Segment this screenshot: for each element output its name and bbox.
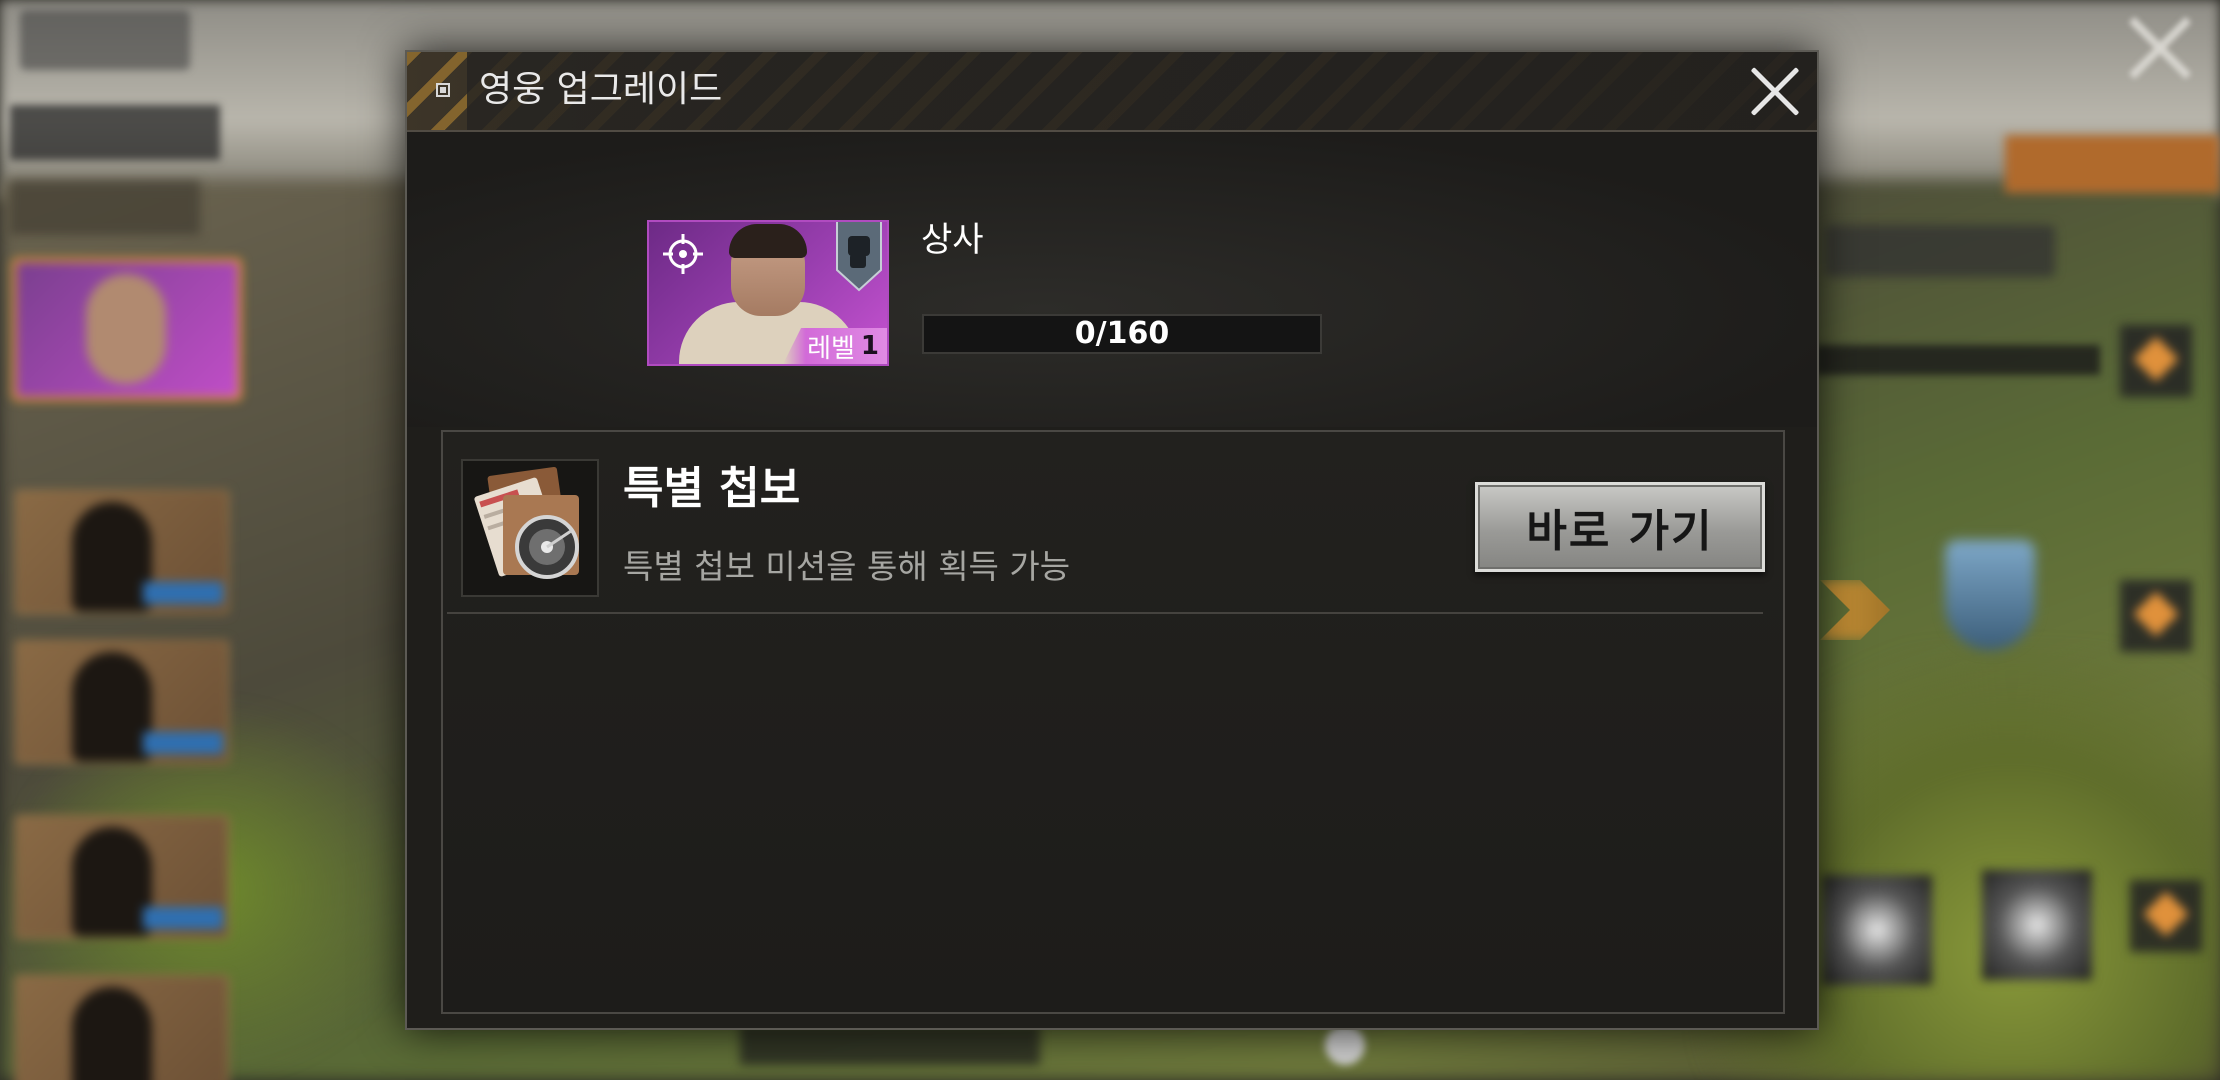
background-bottom-bar [740, 1025, 1040, 1065]
level-label: 레벨 [807, 333, 855, 364]
background-tab [10, 180, 200, 235]
background-hero-list [0, 0, 400, 1080]
progress-text: 0/160 [1074, 316, 1170, 351]
item-title: 특별 첩보 [623, 463, 801, 514]
item-description: 특별 첩보 미션을 통해 획득 가능 [623, 547, 1071, 586]
go-to-button-label: 바로 가기 [1526, 506, 1714, 557]
acquisition-source-list: 특별 첩보 특별 첩보 미션을 통해 획득 가능 바로 가기 [441, 430, 1785, 1014]
background-upgrade-icon [2120, 580, 2192, 652]
experience-progress-bar: 0/160 [922, 314, 1322, 354]
level-value: 1 [860, 331, 879, 361]
background-skill-icon [1982, 870, 2092, 980]
background-shield-icon [1945, 540, 2035, 650]
hero-rank: 상사 [921, 220, 984, 260]
background-pill [1825, 225, 2055, 277]
title-bullet-icon [436, 83, 450, 97]
level-tag: 레벨 1 [783, 328, 887, 364]
hero-summary [407, 132, 1817, 427]
background-button [2005, 135, 2220, 193]
hero-portrait-card: 레벨 1 [647, 220, 889, 366]
background-upgrade-icon [2120, 325, 2192, 397]
dialog-title: 영웅 업그레이드 [479, 69, 723, 110]
close-button[interactable] [1747, 64, 1803, 120]
background-tab [10, 105, 220, 160]
background-selected-hero [12, 258, 242, 401]
background-hero-card [15, 975, 229, 1080]
background-close-icon [2120, 8, 2200, 88]
fist-badge-icon [836, 222, 882, 292]
background-skill-icon [1822, 875, 1932, 985]
dialog-header: 영웅 업그레이드 [407, 52, 1817, 132]
intel-documents-icon [461, 459, 599, 597]
background-hero-card [15, 815, 229, 939]
background-hero-card [15, 490, 229, 614]
go-to-button[interactable]: 바로 가기 [1475, 482, 1765, 572]
row-divider [447, 612, 1763, 614]
background-coin-icon [1325, 1025, 1365, 1065]
crosshair-icon [663, 234, 703, 274]
background-progress [1815, 345, 2100, 375]
background-upgrade-icon [2130, 880, 2202, 952]
hero-upgrade-dialog: 영웅 업그레이드 레벨 1 상사 0/160 특별 첩보 특별 첩보 미션을 통… [405, 50, 1819, 1030]
list-item: 특별 첩보 특별 첩보 미션을 통해 획득 가능 바로 가기 [443, 432, 1783, 614]
background-title [20, 10, 190, 70]
background-hero-card [15, 640, 229, 764]
